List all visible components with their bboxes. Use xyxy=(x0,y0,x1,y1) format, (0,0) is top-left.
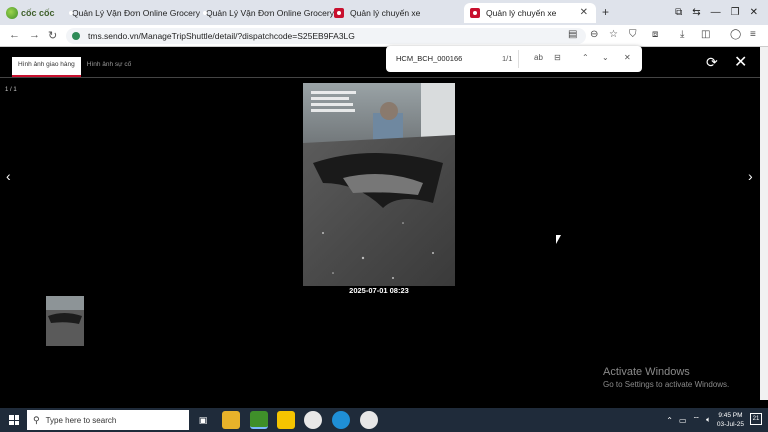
screenshot-icon[interactable]: ⧉ xyxy=(675,7,682,18)
viewer-tabs: Hình ảnh giao hàng Hình ảnh sự cố xyxy=(12,57,137,77)
restore-icon[interactable]: ❐ xyxy=(731,7,740,18)
coccoc-logo-icon xyxy=(6,6,18,19)
reload-icon[interactable]: ↻ xyxy=(48,29,57,42)
url-text: tms.sendo.vn/ManageTripShuttle/detail/?d… xyxy=(88,31,355,41)
find-match-count: 1/1 xyxy=(502,54,513,63)
forward-icon[interactable]: → xyxy=(29,29,40,41)
minimize-icon[interactable]: — xyxy=(711,7,721,18)
new-tab-icon[interactable]: + xyxy=(602,5,609,19)
browser-tab-label: Quản Lý Vận Đơn Online Grocery xyxy=(206,8,334,18)
zoom-icon[interactable]: ⊖ xyxy=(590,29,598,40)
split-view-icon[interactable]: ◫ xyxy=(701,29,710,40)
delivery-photo[interactable] xyxy=(303,83,455,286)
network-icon[interactable]: ⌔ xyxy=(693,415,701,425)
notification-count: 21 xyxy=(752,416,760,422)
messenger-icon[interactable] xyxy=(360,411,378,429)
menu-icon[interactable]: ≡ xyxy=(750,29,756,40)
taskbar-search-box[interactable]: ⚲ Type here to search xyxy=(27,410,189,430)
browser-tab-2[interactable]: Quản Lý Vận Đơn Online Grocery xyxy=(194,3,334,23)
find-options-icon[interactable]: ⊟ xyxy=(554,53,561,62)
search-icon: ⚲ xyxy=(33,414,40,425)
close-tab-icon[interactable]: ✕ xyxy=(580,7,588,18)
tabs-divider xyxy=(0,77,760,78)
task-view-icon[interactable]: ▣ xyxy=(194,411,212,429)
notification-center-icon[interactable]: 21 xyxy=(750,413,762,425)
tray-overflow-icon[interactable]: ⌃ xyxy=(666,416,673,425)
browser-tab-4-active[interactable]: Quản lý chuyến xe ✕ xyxy=(464,3,596,23)
close-window-icon[interactable]: ✕ xyxy=(750,7,758,18)
download-icon[interactable]: ⤓ xyxy=(680,29,684,40)
find-input[interactable]: HCM_BCH_000166 xyxy=(396,54,462,63)
prev-image-icon[interactable]: ‹ xyxy=(6,168,11,184)
tab-incident-images[interactable]: Hình ảnh sự cố xyxy=(81,57,137,77)
extensions-icon[interactable]: ⧈ xyxy=(652,29,658,40)
delivery-photo-graphic xyxy=(303,83,455,286)
browser-brand-label: cốc cốc xyxy=(21,7,55,18)
window-controls: ⧉ ⇆ — ❐ ✕ xyxy=(675,0,768,25)
next-image-icon[interactable]: › xyxy=(748,168,753,184)
find-in-page-bar: HCM_BCH_000166 1/1 ab ⊟ ⌃ ⌄ ✕ xyxy=(386,46,642,72)
browser-tab-strip: cốc cốc Quản Lý Vận Đơn Online Grocery Q… xyxy=(0,0,768,25)
file-explorer-icon[interactable] xyxy=(222,411,240,429)
sidebar-toggle-icon[interactable]: ⇆ xyxy=(692,7,700,18)
browser-logo[interactable]: cốc cốc xyxy=(6,5,55,20)
browser-tab-1[interactable]: Quản Lý Vận Đơn Online Grocery xyxy=(60,3,200,23)
watermark-title: Activate Windows xyxy=(603,366,690,378)
battery-icon[interactable]: ▭ xyxy=(679,416,687,425)
url-field[interactable]: tms.sendo.vn/ManageTripShuttle/detail/?d… xyxy=(66,28,586,44)
site-security-icon[interactable] xyxy=(72,32,80,40)
edge-icon[interactable] xyxy=(332,411,350,429)
coccoc-taskbar-icon[interactable] xyxy=(250,411,268,429)
browser-tab-3[interactable]: Quản lý chuyến xe xyxy=(328,3,462,23)
watermark-subtitle: Go to Settings to activate Windows. xyxy=(603,380,730,389)
sticky-notes-icon[interactable] xyxy=(277,411,295,429)
activate-windows-watermark: Activate Windows Go to Settings to activ… xyxy=(603,366,729,389)
windows-taskbar: ⚲ Type here to search ▣ ⌃ ▭ ⌔ 🔈︎ 9:45 PM… xyxy=(0,408,768,432)
find-next-icon[interactable]: ⌄ xyxy=(602,53,609,62)
browser-tab-label: Quản lý chuyến xe xyxy=(486,8,557,18)
page-scrollbar[interactable] xyxy=(760,47,768,400)
taskbar-clock[interactable]: 9:45 PM 03-Jul-25 xyxy=(717,411,744,429)
clock-date: 03-Jul-25 xyxy=(716,421,744,428)
sendo-favicon-icon xyxy=(470,8,480,18)
taskbar-search-placeholder: Type here to search xyxy=(45,415,117,425)
volume-icon[interactable]: 🔈︎ xyxy=(706,415,711,425)
back-icon[interactable]: ← xyxy=(9,29,20,41)
chrome-icon[interactable] xyxy=(304,411,322,429)
system-tray: ⌃ ▭ ⌔ 🔈︎ 9:45 PM 03-Jul-25 xyxy=(666,411,744,429)
photo-timestamp: 2025-07-01 08:23 xyxy=(349,286,409,295)
clock-time: 9:45 PM xyxy=(718,412,743,419)
image-counter: 1 / 1 xyxy=(5,87,17,93)
find-close-icon[interactable]: ✕ xyxy=(624,53,631,62)
match-case-icon[interactable]: ab xyxy=(534,53,543,62)
start-icon[interactable] xyxy=(9,415,19,425)
address-toolbar: ← → ↻ tms.sendo.vn/ManageTripShuttle/det… xyxy=(0,25,768,47)
thumbnail-graphic xyxy=(46,296,84,346)
mouse-pointer-icon xyxy=(556,235,561,244)
browser-tab-label: Quản lý chuyến xe xyxy=(350,8,421,18)
shield-icon[interactable]: ⛉ xyxy=(629,29,637,40)
bookmark-star-icon[interactable]: ☆ xyxy=(609,29,618,40)
find-divider xyxy=(518,50,519,68)
find-prev-icon[interactable]: ⌃ xyxy=(582,53,589,62)
sendo-favicon-icon xyxy=(334,8,344,18)
close-viewer-icon[interactable]: ✕ xyxy=(734,52,747,72)
browser-tab-label: Quản Lý Vận Đơn Online Grocery xyxy=(72,8,200,18)
rotate-icon[interactable]: ⟳ xyxy=(706,54,718,71)
profile-icon[interactable]: ◯ xyxy=(730,29,741,40)
photo-thumbnail[interactable] xyxy=(46,296,84,346)
tab-delivery-images[interactable]: Hình ảnh giao hàng xyxy=(12,57,81,77)
reader-icon[interactable]: ▤ xyxy=(568,29,577,40)
